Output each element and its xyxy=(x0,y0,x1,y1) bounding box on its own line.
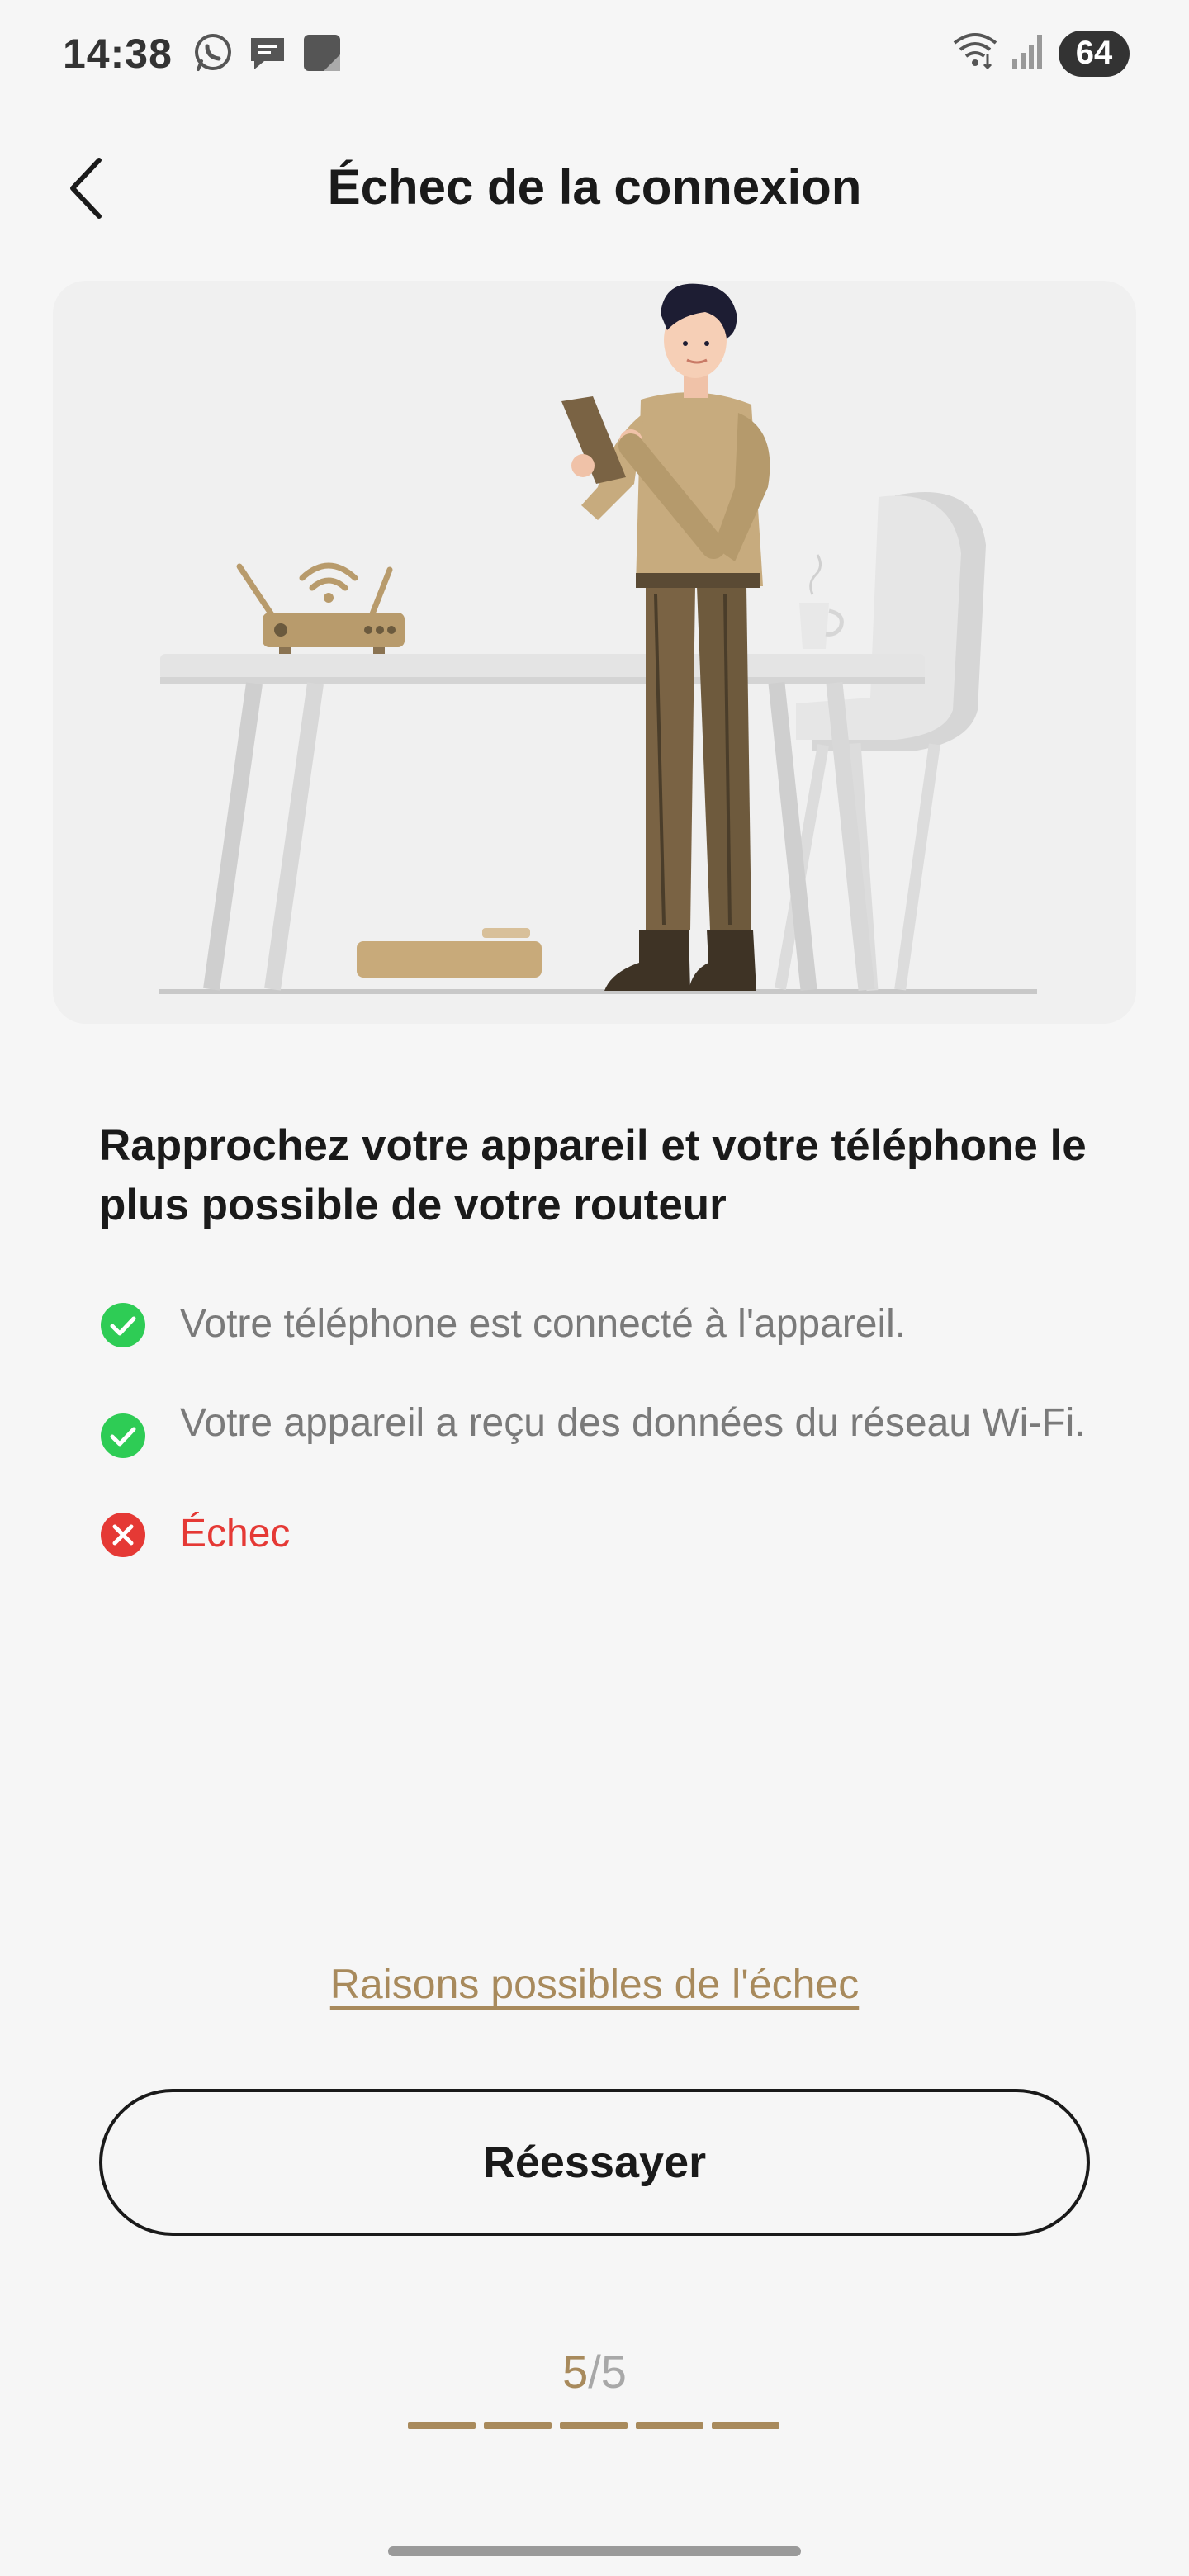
home-indicator[interactable] xyxy=(388,2546,801,2556)
page-title: Échec de la connexion xyxy=(327,159,862,215)
step-text: Votre téléphone est connecté à l'apparei… xyxy=(180,1302,907,1346)
status-bar: 14:38 64 xyxy=(0,0,1189,111)
person-figure xyxy=(561,283,770,991)
wifi-icon xyxy=(951,30,999,77)
battery-indicator: 64 xyxy=(1059,30,1130,77)
signal-icon xyxy=(1011,30,1047,77)
progress-segment xyxy=(560,2422,628,2429)
whatsapp-icon xyxy=(192,31,234,78)
progress-segment xyxy=(408,2422,476,2429)
connection-step-list: Votre téléphone est connecté à l'apparei… xyxy=(99,1300,1106,1608)
step-current: 5 xyxy=(562,2346,589,2398)
connection-illustration xyxy=(53,281,1136,1024)
step-counter: 5/5 xyxy=(0,2345,1189,2398)
progress-segment xyxy=(712,2422,779,2429)
floor-device xyxy=(357,928,542,978)
header: Échec de la connexion xyxy=(0,124,1189,256)
step-total: 5 xyxy=(600,2346,627,2398)
step-text-error: Échec xyxy=(180,1512,291,1556)
step-text: Votre appareil a reçu des données du rés… xyxy=(180,1401,1086,1445)
notification-icons xyxy=(192,31,343,78)
coffee-cup xyxy=(799,554,844,649)
retry-button[interactable]: Réessayer xyxy=(99,2089,1090,2236)
check-circle-icon xyxy=(99,1301,147,1349)
progress-segment xyxy=(484,2422,552,2429)
error-circle-icon xyxy=(99,1511,147,1559)
router xyxy=(236,562,405,654)
note-icon xyxy=(301,31,343,78)
failure-reasons-link[interactable]: Raisons possibles de l'échec xyxy=(0,1960,1189,2008)
check-circle-icon xyxy=(99,1412,147,1460)
person-router-table-illustration xyxy=(159,283,1037,994)
progress-segment xyxy=(636,2422,703,2429)
progress-bar xyxy=(408,2422,779,2429)
step-item-failed: Échec xyxy=(99,1509,1106,1559)
system-icons: 64 xyxy=(951,30,1130,77)
connection-failed-screen: 14:38 64 Échec de la connexion Rapproche… xyxy=(0,0,1189,2576)
step-item-wifi-data-received: Votre appareil a reçu des données du rés… xyxy=(99,1399,1106,1460)
step-separator: / xyxy=(588,2346,601,2398)
step-item-phone-connected: Votre téléphone est connecté à l'apparei… xyxy=(99,1300,1106,1349)
message-icon xyxy=(246,31,289,78)
status-time: 14:38 xyxy=(63,31,173,77)
instruction-headline: Rapprochez votre appareil et votre télép… xyxy=(99,1121,1087,1229)
